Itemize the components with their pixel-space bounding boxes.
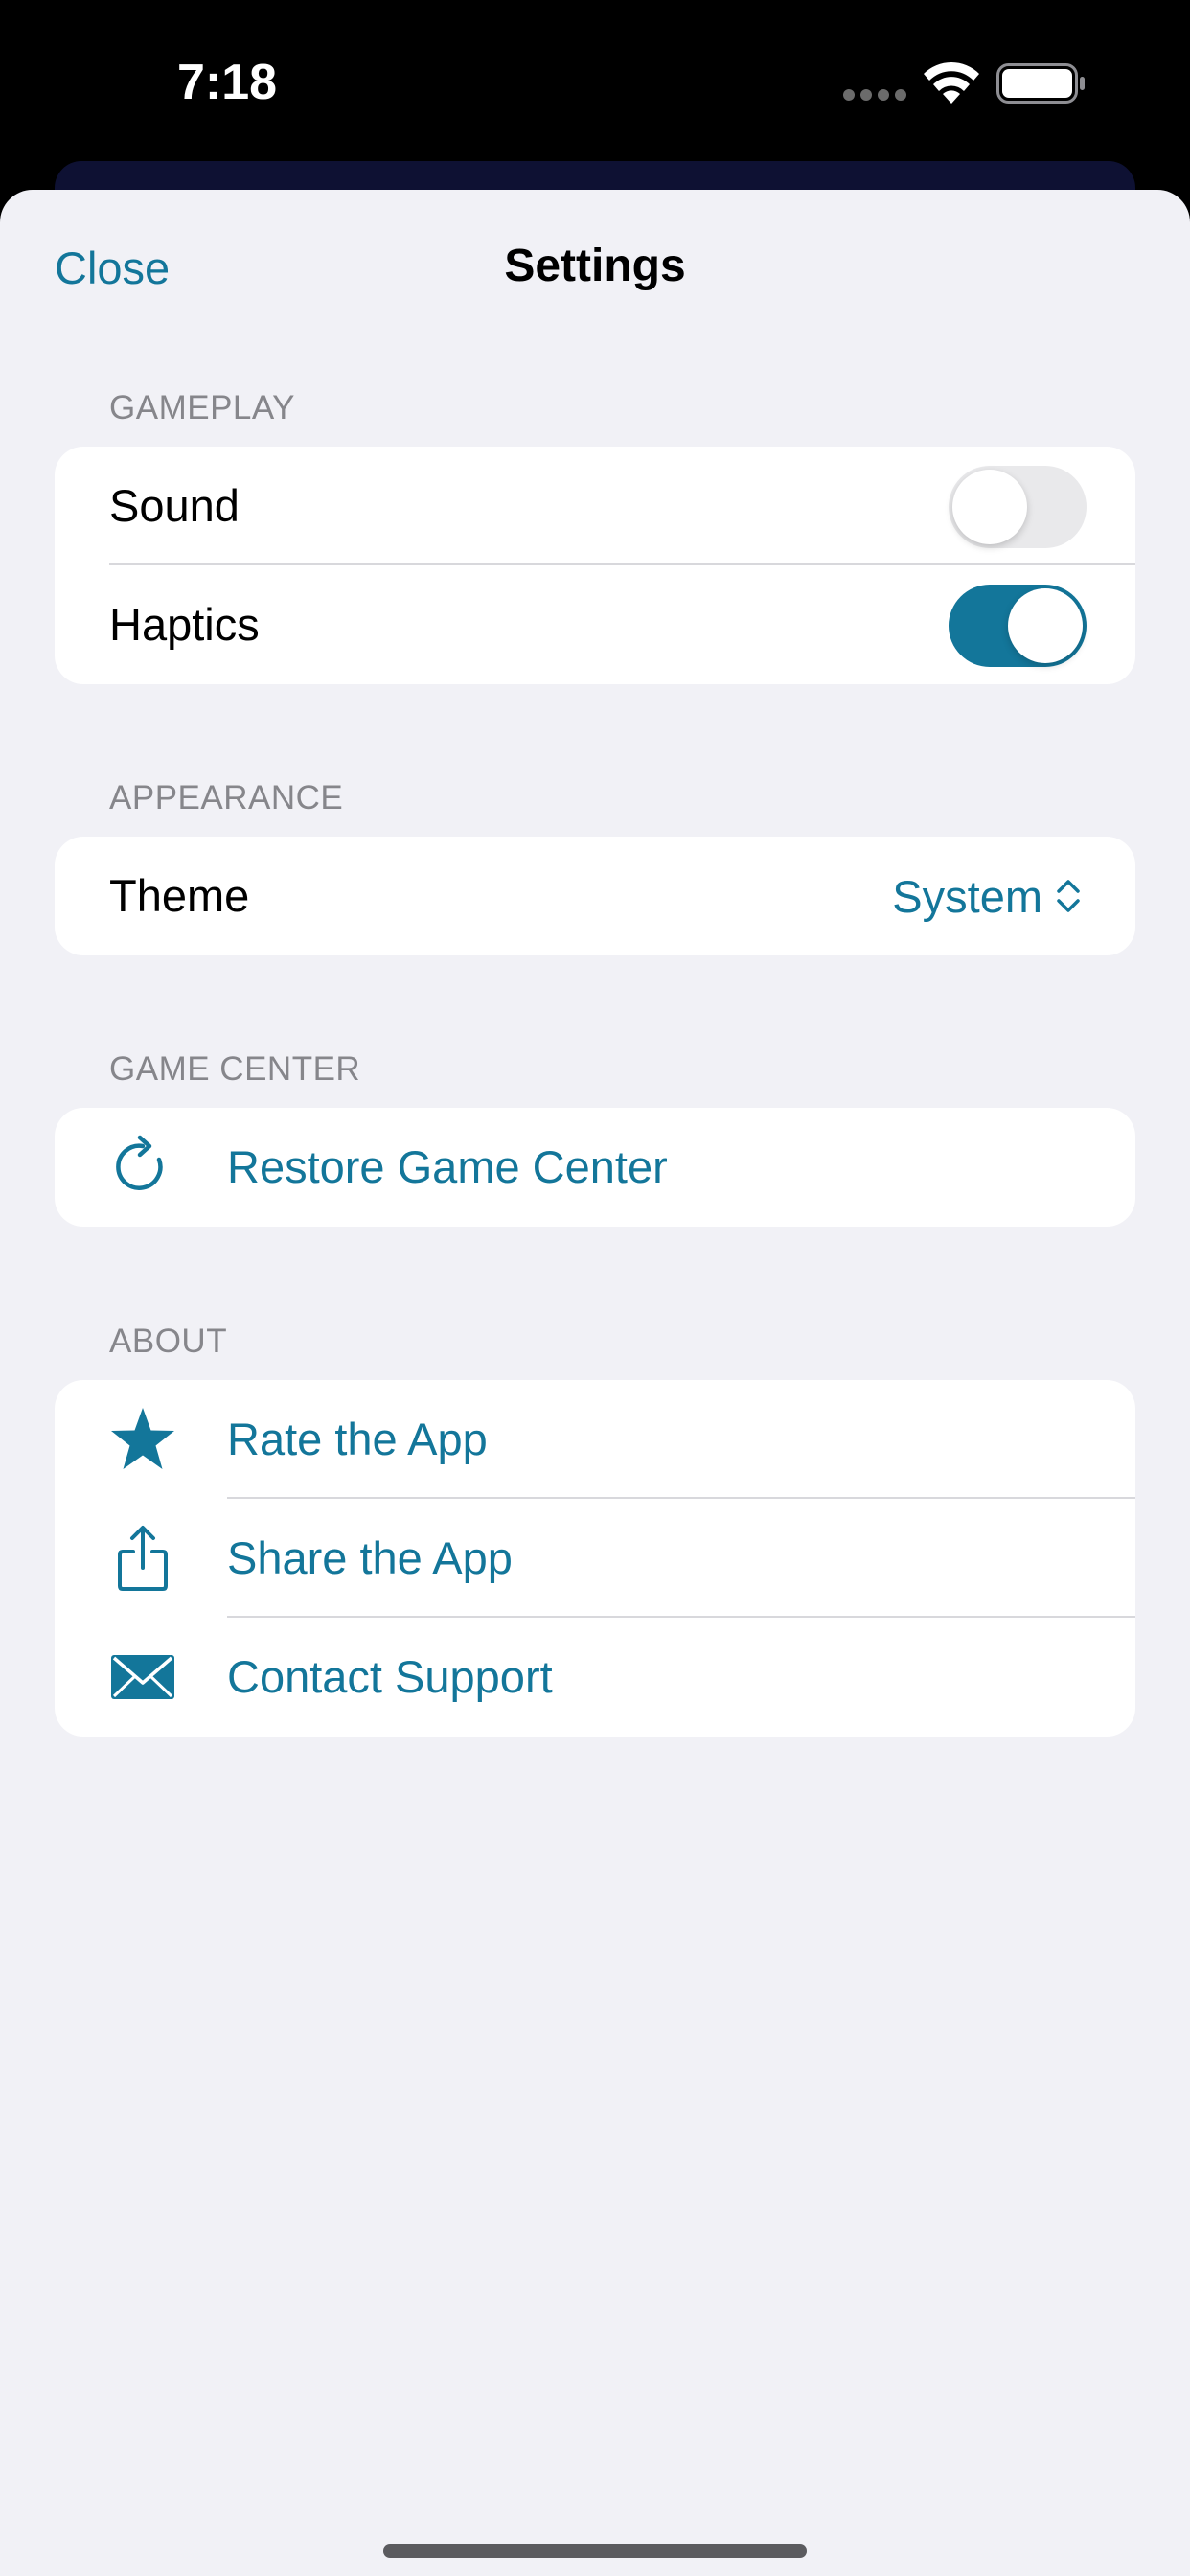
haptics-toggle[interactable]: [949, 585, 1087, 667]
status-icons: [807, 0, 1190, 163]
battery-icon: [996, 63, 1085, 104]
section-header-appearance: APPEARANCE: [109, 779, 344, 816]
gameplay-group: Sound Haptics: [55, 447, 1135, 684]
arrow-clockwise-icon: [116, 1135, 163, 1190]
cellular-dots-icon: [843, 89, 906, 101]
theme-value: System: [892, 870, 1042, 922]
about-group: Rate the App Share the App Contact Suppo…: [55, 1380, 1135, 1736]
wifi-icon: [924, 61, 979, 104]
theme-label: Theme: [109, 870, 250, 921]
sound-row: Sound: [55, 447, 1135, 565]
rate-app-label: Rate the App: [227, 1414, 488, 1464]
toggle-knob: [952, 470, 1027, 544]
section-header-gameplay: GAMEPLAY: [109, 389, 295, 426]
share-icon: [118, 1526, 168, 1591]
game-center-group: Restore Game Center: [55, 1108, 1135, 1227]
restore-game-center-label: Restore Game Center: [227, 1141, 668, 1192]
restore-game-center-button[interactable]: Restore Game Center: [55, 1108, 1135, 1227]
envelope-icon: [111, 1655, 174, 1699]
home-indicator: [383, 2544, 807, 2558]
star-icon: [111, 1408, 174, 1469]
status-bar: 7:18: [0, 0, 1190, 163]
sound-toggle[interactable]: [949, 466, 1087, 548]
theme-picker[interactable]: System: [892, 837, 1081, 955]
share-app-label: Share the App: [227, 1532, 513, 1583]
haptics-row: Haptics: [55, 565, 1135, 684]
settings-sheet: Close Settings GAMEPLAY Sound Haptics AP…: [0, 190, 1190, 2576]
toggle-knob: [1008, 588, 1083, 663]
chevron-up-down-icon: [1057, 880, 1080, 912]
rate-app-button[interactable]: Rate the App: [55, 1380, 1135, 1499]
section-header-game-center: GAME CENTER: [109, 1050, 361, 1088]
sound-label: Sound: [109, 480, 240, 531]
page-title: Settings: [504, 241, 686, 291]
theme-row: Theme System: [55, 837, 1135, 955]
section-header-about: ABOUT: [109, 1322, 228, 1360]
share-app-button[interactable]: Share the App: [55, 1499, 1135, 1618]
contact-support-label: Contact Support: [227, 1651, 553, 1702]
appearance-group: Theme System: [55, 837, 1135, 955]
haptics-label: Haptics: [109, 599, 260, 650]
contact-support-button[interactable]: Contact Support: [55, 1618, 1135, 1736]
status-time: 7:18: [177, 55, 278, 110]
